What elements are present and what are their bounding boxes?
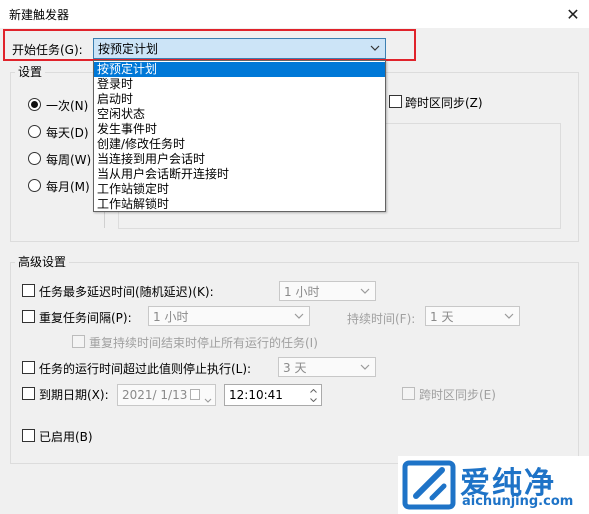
radio-once-label: 一次(N) <box>46 99 89 113</box>
spinner-down-icon[interactable] <box>307 395 319 404</box>
expire-sync-label: 跨时区同步(E) <box>419 388 496 402</box>
dropdown-option[interactable]: 创建/修改任务时 <box>94 137 385 152</box>
spinner-up-icon[interactable] <box>307 386 319 395</box>
radio-weekly[interactable] <box>28 152 41 165</box>
radio-dot <box>31 101 38 108</box>
delay-label: 任务最多延迟时间(随机延迟)(K): <box>39 285 214 299</box>
close-button[interactable]: ✕ <box>560 2 586 26</box>
expire-time-value: 12:10:41 <box>229 388 283 402</box>
repeat-label: 重复任务间隔(P): <box>39 311 132 325</box>
dropdown-option[interactable]: 当连接到用户会话时 <box>94 152 385 167</box>
radio-once[interactable] <box>28 98 41 111</box>
duration-label: 持续时间(F): <box>347 312 416 326</box>
duration-value: 1 天 <box>430 309 454 324</box>
expire-label: 到期日期(X): <box>39 388 109 402</box>
delay-value: 1 小时 <box>284 284 320 299</box>
close-icon: ✕ <box>566 4 580 24</box>
expire-time-spinner[interactable]: 12:10:41 <box>224 384 322 406</box>
duration-select[interactable]: 1 天 <box>425 306 520 326</box>
watermark-logo-icon <box>402 460 456 510</box>
stop-if-longer-value: 3 天 <box>283 360 307 375</box>
repeat-interval-select[interactable]: 1 小时 <box>148 306 310 326</box>
stop-all-label: 重复持续时间结束时停止所有运行的任务(I) <box>89 336 318 350</box>
repeat-checkbox[interactable] <box>22 310 35 323</box>
settings-legend: 设置 <box>15 63 46 80</box>
begin-task-selected-value: 按预定计划 <box>98 42 159 56</box>
radio-daily-label: 每天(D) <box>46 126 89 140</box>
title-bar <box>0 0 589 28</box>
delay-checkbox[interactable] <box>22 284 35 297</box>
radio-monthly[interactable] <box>28 179 41 192</box>
enabled-checkbox[interactable] <box>22 429 35 442</box>
dropdown-option[interactable]: 工作站锁定时 <box>94 182 385 197</box>
enabled-label: 已启用(B) <box>39 430 93 444</box>
begin-task-label: 开始任务(G): <box>12 43 83 57</box>
sync-timezone-label: 跨时区同步(Z) <box>405 96 483 110</box>
dropdown-option[interactable]: 登录时 <box>94 77 385 92</box>
chevron-down-icon <box>293 309 305 323</box>
repeat-interval-value: 1 小时 <box>153 309 189 324</box>
stop-if-longer-select[interactable]: 3 天 <box>278 357 376 377</box>
watermark-url: aichunjing.com <box>462 494 574 509</box>
expire-sync-checkbox[interactable] <box>402 387 415 400</box>
chevron-down-icon <box>204 392 212 406</box>
dropdown-option[interactable]: 当从用户会话断开连接时 <box>94 167 385 182</box>
stop-if-longer-label: 任务的运行时间超过此值则停止执行(L): <box>39 362 252 376</box>
dropdown-option[interactable]: 启动时 <box>94 92 385 107</box>
chevron-down-icon <box>369 41 381 55</box>
begin-task-select[interactable]: 按预定计划 <box>93 38 386 59</box>
stop-all-checkbox[interactable] <box>72 335 85 348</box>
window-title: 新建触发器 <box>9 8 70 22</box>
expire-date-value: 2021/ 1/13 <box>122 388 188 402</box>
begin-task-dropdown-list: 按预定计划 登录时 启动时 空闲状态 发生事件时 创建/修改任务时 当连接到用户… <box>93 60 386 212</box>
chevron-down-icon <box>359 284 371 298</box>
chevron-down-icon <box>359 360 371 374</box>
radio-weekly-label: 每周(W) <box>46 153 92 167</box>
expire-checkbox[interactable] <box>22 387 35 400</box>
expire-date-picker[interactable]: 2021/ 1/13 <box>117 384 216 406</box>
calendar-icon <box>190 389 200 400</box>
dropdown-option[interactable]: 发生事件时 <box>94 122 385 137</box>
radio-monthly-label: 每月(M) <box>46 180 90 194</box>
advanced-legend: 高级设置 <box>15 253 70 270</box>
dropdown-option[interactable]: 按预定计划 <box>94 62 385 77</box>
sync-timezone-checkbox[interactable] <box>389 95 402 108</box>
stop-if-longer-checkbox[interactable] <box>22 361 35 374</box>
dropdown-option[interactable]: 空闲状态 <box>94 107 385 122</box>
delay-select[interactable]: 1 小时 <box>279 281 376 301</box>
chevron-down-icon <box>503 309 515 323</box>
watermark: 爱纯净 aichunjing.com <box>398 456 589 514</box>
dropdown-option[interactable]: 工作站解锁时 <box>94 197 385 212</box>
radio-daily[interactable] <box>28 125 41 138</box>
